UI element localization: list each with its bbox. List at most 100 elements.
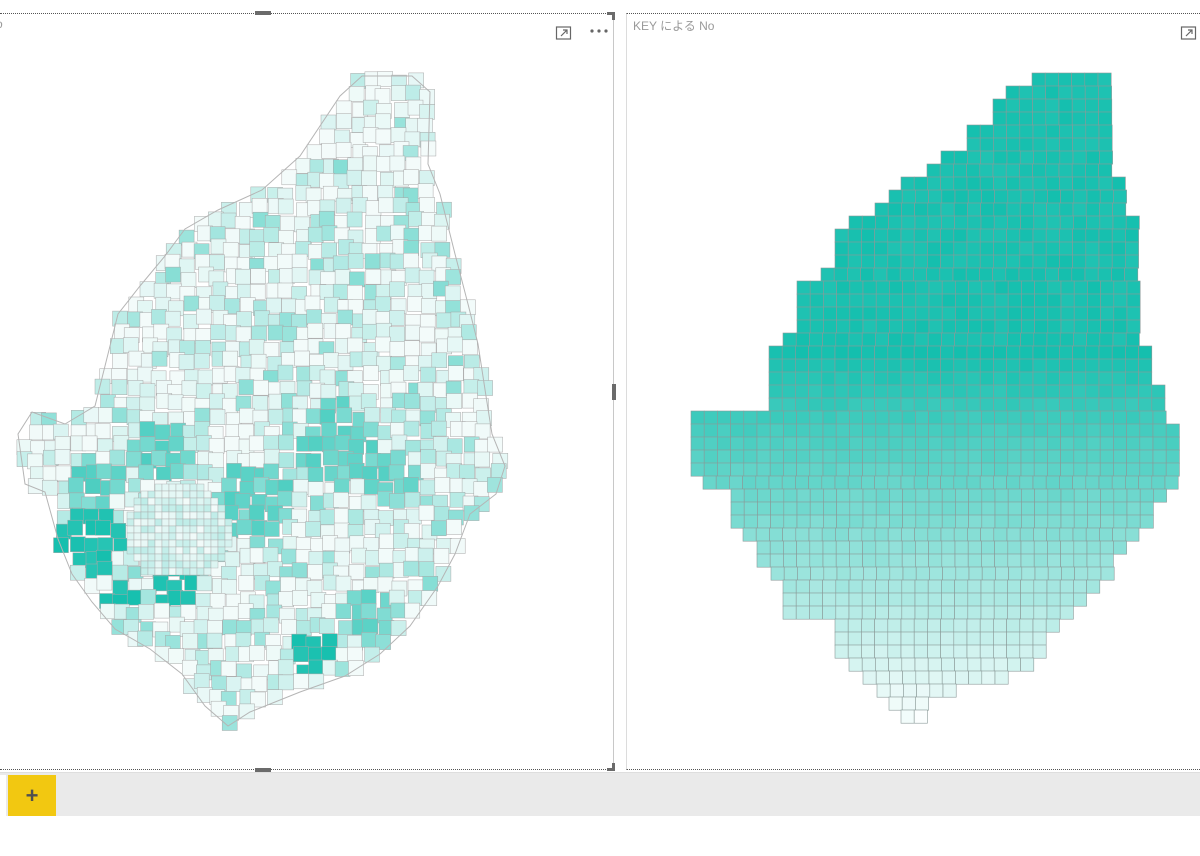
map-region[interactable] (279, 215, 296, 232)
map-tile[interactable] (769, 410, 784, 425)
map-tile[interactable] (902, 319, 917, 334)
map-tile[interactable] (1032, 137, 1047, 152)
map-tile[interactable] (836, 280, 851, 295)
map-tile[interactable] (690, 410, 705, 425)
map-region[interactable] (263, 227, 280, 243)
map-tile[interactable] (1045, 267, 1059, 282)
map-region[interactable] (217, 532, 226, 541)
map-tile[interactable] (836, 488, 851, 503)
map-region[interactable] (473, 481, 490, 497)
map-tile[interactable] (928, 488, 943, 503)
map-region[interactable] (154, 490, 163, 499)
map-tile[interactable] (1033, 527, 1047, 542)
map-tile[interactable] (1086, 189, 1101, 204)
map-tile[interactable] (769, 436, 784, 451)
map-region[interactable] (448, 365, 464, 381)
map-tile[interactable] (966, 254, 981, 269)
map-tile[interactable] (980, 527, 995, 542)
map-tile[interactable] (928, 423, 943, 438)
map-tile[interactable] (1072, 527, 1087, 542)
map-tile[interactable] (1165, 462, 1180, 477)
map-tile[interactable] (1124, 267, 1139, 282)
map-region[interactable] (196, 511, 205, 520)
map-tile[interactable] (954, 215, 969, 230)
map-region[interactable] (319, 618, 335, 634)
map-tile[interactable] (887, 345, 902, 360)
map-tile[interactable] (1007, 436, 1022, 451)
map-region[interactable] (178, 354, 195, 370)
map-tile[interactable] (796, 280, 811, 295)
map-tile[interactable] (1125, 475, 1139, 490)
map-region[interactable] (111, 407, 128, 423)
map-region[interactable] (250, 353, 267, 370)
map-tile[interactable] (994, 553, 1009, 568)
map-tile[interactable] (849, 553, 863, 568)
map-tile[interactable] (915, 462, 929, 477)
map-tile[interactable] (821, 358, 836, 373)
map-tile[interactable] (913, 267, 927, 282)
map-tile[interactable] (1086, 423, 1101, 438)
map-tile[interactable] (954, 657, 969, 672)
map-region[interactable] (444, 285, 461, 302)
map-tile[interactable] (994, 514, 1009, 529)
tile-grid-map[interactable] (627, 14, 1200, 771)
map-region[interactable] (140, 567, 149, 576)
map-tile[interactable] (927, 527, 942, 542)
map-region[interactable] (224, 532, 233, 541)
map-region[interactable] (363, 479, 380, 495)
map-tile[interactable] (849, 566, 864, 581)
map-tile[interactable] (821, 527, 836, 542)
map-tile[interactable] (968, 501, 983, 516)
map-tile[interactable] (968, 670, 983, 685)
map-tile[interactable] (1059, 202, 1074, 217)
map-tile[interactable] (1019, 618, 1034, 633)
map-tile[interactable] (1073, 501, 1088, 516)
map-tile[interactable] (979, 371, 994, 386)
map-tile[interactable] (1113, 306, 1128, 321)
map-tile[interactable] (954, 553, 969, 568)
map-tile[interactable] (968, 319, 983, 334)
map-tile[interactable] (1047, 540, 1061, 555)
map-tile[interactable] (849, 449, 863, 464)
map-region[interactable] (217, 525, 226, 534)
map-region[interactable] (161, 525, 170, 534)
map-tile[interactable] (1044, 72, 1059, 87)
map-tile[interactable] (1138, 384, 1153, 399)
map-region[interactable] (196, 567, 205, 576)
map-tile[interactable] (889, 319, 903, 334)
map-tile[interactable] (1073, 462, 1088, 477)
map-region[interactable] (209, 409, 226, 425)
focus-mode-icon[interactable] (1180, 24, 1198, 42)
map-region[interactable] (147, 518, 156, 527)
map-tile[interactable] (901, 410, 916, 425)
map-region[interactable] (96, 560, 113, 577)
map-tile[interactable] (1019, 124, 1034, 139)
map-tile[interactable] (900, 254, 915, 269)
map-tile[interactable] (902, 566, 917, 581)
map-tile[interactable] (834, 241, 849, 256)
map-tile[interactable] (1087, 488, 1101, 503)
map-region[interactable] (403, 477, 419, 493)
map-region[interactable] (133, 539, 142, 548)
map-region[interactable] (390, 620, 407, 636)
map-tile[interactable] (1032, 371, 1047, 386)
map-tile[interactable] (1098, 163, 1113, 178)
map-tile[interactable] (847, 475, 862, 490)
map-tile[interactable] (916, 683, 931, 698)
map-tile[interactable] (1100, 566, 1115, 581)
map-tile[interactable] (1032, 618, 1047, 633)
map-tile[interactable] (1099, 527, 1113, 542)
map-tile[interactable] (1098, 475, 1113, 490)
map-tile[interactable] (1071, 163, 1086, 178)
map-region[interactable] (133, 546, 142, 555)
map-region[interactable] (446, 393, 462, 409)
map-tile[interactable] (1100, 319, 1115, 334)
map-tile[interactable] (1126, 410, 1141, 425)
map-tile[interactable] (980, 150, 995, 165)
map-tile[interactable] (1151, 397, 1166, 412)
map-tile[interactable] (952, 267, 967, 282)
map-region[interactable] (389, 310, 405, 326)
map-tile[interactable] (1072, 254, 1087, 269)
map-tile[interactable] (1087, 319, 1101, 334)
map-tile[interactable] (782, 579, 797, 594)
